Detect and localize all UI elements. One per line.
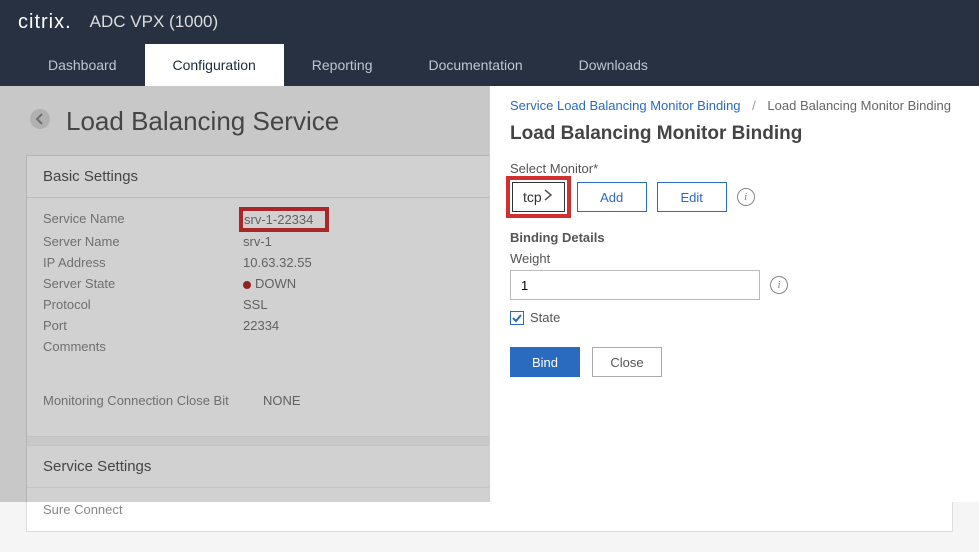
sheet-title: Load Balancing Monitor Binding — [510, 123, 959, 145]
page-title: Load Balancing Service — [66, 106, 339, 137]
info-icon[interactable]: i — [737, 188, 755, 206]
state-checkbox-row[interactable]: State — [510, 310, 959, 325]
chevron-right-icon — [542, 188, 554, 207]
select-monitor-picker[interactable]: tcp — [512, 182, 565, 212]
state-checkbox[interactable] — [510, 311, 524, 325]
breadcrumb-current: Load Balancing Monitor Binding — [767, 98, 951, 113]
breadcrumb: Service Load Balancing Monitor Binding /… — [510, 98, 959, 113]
nav-reporting[interactable]: Reporting — [284, 44, 401, 86]
select-monitor-label: Select Monitor* — [510, 161, 959, 176]
app-header: citrix. ADC VPX (1000) — [0, 0, 979, 44]
primary-nav: Dashboard Configuration Reporting Docume… — [0, 44, 979, 86]
bind-button[interactable]: Bind — [510, 347, 580, 377]
weight-label: Weight — [510, 251, 959, 266]
server-state-value: DOWN — [243, 276, 296, 291]
binding-details-heading: Binding Details — [510, 230, 959, 245]
state-checkbox-label: State — [530, 310, 560, 325]
nav-documentation[interactable]: Documentation — [400, 44, 550, 86]
service-name-value: srv-1-22334 — [243, 211, 325, 228]
nav-configuration[interactable]: Configuration — [145, 44, 284, 86]
back-button[interactable] — [26, 108, 54, 136]
add-monitor-button[interactable]: Add — [577, 182, 647, 212]
brand-logo: citrix. — [18, 11, 70, 34]
weight-input[interactable] — [510, 270, 760, 300]
info-icon[interactable]: i — [770, 276, 788, 294]
nav-downloads[interactable]: Downloads — [551, 44, 676, 86]
product-name: ADC VPX (1000) — [90, 12, 219, 32]
monitor-binding-sheet: Service Load Balancing Monitor Binding /… — [489, 86, 979, 502]
nav-dashboard[interactable]: Dashboard — [20, 44, 145, 86]
select-monitor-value: tcp — [523, 189, 542, 205]
edit-monitor-button[interactable]: Edit — [657, 182, 727, 212]
check-icon — [511, 312, 523, 324]
close-button[interactable]: Close — [592, 347, 662, 377]
arrow-left-icon — [29, 108, 51, 135]
status-dot-icon — [243, 281, 251, 289]
breadcrumb-parent[interactable]: Service Load Balancing Monitor Binding — [510, 98, 741, 113]
